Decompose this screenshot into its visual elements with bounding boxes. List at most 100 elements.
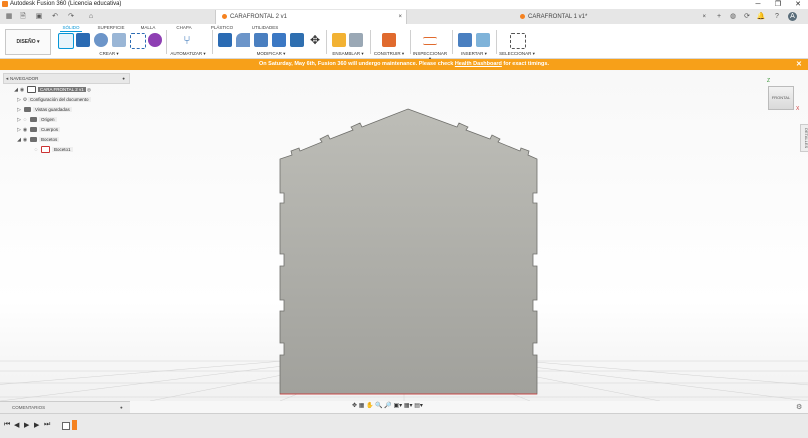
maximize-button[interactable]: ❐ xyxy=(768,0,788,9)
create-sketch-icon[interactable] xyxy=(58,33,74,49)
tree-root[interactable]: ◢ ◉ CARA FRONTAL 2 v1 ◎ xyxy=(13,86,91,94)
folder-icon xyxy=(24,107,31,113)
create-menu[interactable]: CREAR ▾ xyxy=(92,51,126,57)
minimize-button[interactable]: ─ xyxy=(748,0,768,9)
step-back-icon[interactable]: ◀ xyxy=(14,421,19,429)
insert-image-icon[interactable] xyxy=(476,33,490,47)
insert-menu[interactable]: INSERTAR ▾ xyxy=(458,51,490,57)
assemble-menu[interactable]: ENSAMBLAR ▾ xyxy=(328,51,368,57)
app-icon xyxy=(2,1,8,7)
chamfer-icon[interactable] xyxy=(254,33,268,47)
close-window-button[interactable]: ✕ xyxy=(788,0,808,9)
settings-gear-icon[interactable]: ⚙ xyxy=(796,403,802,411)
extensions-icon[interactable]: ◍ xyxy=(728,12,738,21)
folder-icon xyxy=(30,117,37,123)
workspace-switcher[interactable]: DISEÑO ▾ xyxy=(5,29,51,55)
orbit-icon[interactable]: ✥ xyxy=(352,403,357,409)
look-at-icon[interactable]: ▦ xyxy=(359,403,365,409)
go-to-start-icon[interactable]: ⏮ xyxy=(4,421,10,429)
viewports-icon[interactable]: ▤▾ xyxy=(414,403,423,409)
zoom-icon[interactable]: 🔍 xyxy=(375,403,382,409)
sketch-icon xyxy=(41,146,50,154)
comments-panel[interactable]: COMENTARIOS ● xyxy=(0,401,130,413)
visibility-icon[interactable]: ◉ xyxy=(22,136,28,144)
grid-settings-icon[interactable]: ▦▾ xyxy=(404,403,413,409)
tab-inactive-document[interactable]: CARAFRONTAL 1 v1* × xyxy=(520,10,710,24)
details-side-tab[interactable]: DETALLES xyxy=(800,124,808,152)
tree-item-sketch1[interactable]: ◌ Boceto1 xyxy=(33,146,73,154)
tab-utilities[interactable]: UTILIDADES xyxy=(250,25,280,30)
close-tab-icon[interactable]: × xyxy=(398,10,402,24)
new-tab-button[interactable]: + xyxy=(714,12,724,21)
timeline-sketch-feature[interactable] xyxy=(62,422,70,430)
measure-icon[interactable] xyxy=(423,37,437,45)
move-icon[interactable]: ✥ xyxy=(308,33,322,47)
play-icon[interactable]: ▶ xyxy=(24,421,29,429)
visibility-icon[interactable]: ◉ xyxy=(19,86,25,94)
construct-menu[interactable]: CONSTRUIR ▾ xyxy=(370,51,408,57)
pan-icon[interactable]: ✋ xyxy=(366,403,373,409)
tab-sheet-metal[interactable]: CHAPA xyxy=(173,25,195,30)
home-icon[interactable]: ⌂ xyxy=(86,12,96,21)
toolbar-divider xyxy=(410,30,411,54)
select-icon[interactable] xyxy=(510,33,526,49)
step-forward-icon[interactable]: ▶ xyxy=(34,421,39,429)
joint-icon[interactable] xyxy=(349,33,363,47)
front-face-body[interactable] xyxy=(279,108,538,395)
hole-icon[interactable] xyxy=(112,33,126,47)
save-icon[interactable]: ▣ xyxy=(34,12,44,21)
form-icon[interactable] xyxy=(148,33,162,47)
browser-options-icon[interactable]: ● xyxy=(122,74,125,83)
avatar[interactable]: A xyxy=(788,12,797,21)
visibility-icon[interactable]: ◉ xyxy=(22,126,28,134)
grid-menu-icon[interactable]: ▦ xyxy=(4,12,14,21)
close-banner-icon[interactable]: ✕ xyxy=(796,59,802,70)
file-icon[interactable]: 🗎 xyxy=(18,12,28,21)
timeline-marker[interactable] xyxy=(72,420,77,430)
select-menu[interactable]: SELECCIONAR ▾ xyxy=(498,51,536,57)
insert-derive-icon[interactable] xyxy=(458,33,472,47)
job-status-icon[interactable]: ⟳ xyxy=(742,12,752,21)
automate-menu[interactable]: AUTOMATIZAR ▾ xyxy=(168,51,208,57)
tab-mesh[interactable]: MALLA xyxy=(137,25,159,30)
fillet-icon[interactable] xyxy=(236,33,250,47)
tree-item-label: Configuración del documento xyxy=(28,97,91,102)
revolve-icon[interactable] xyxy=(94,33,108,47)
go-to-end-icon[interactable]: ⏭ xyxy=(44,421,50,429)
tab-surface[interactable]: SUPERFICIE xyxy=(96,25,126,30)
tree-item-bodies[interactable]: ▷ ◉ Cuerpos xyxy=(16,126,61,134)
redo-icon[interactable]: ↷ xyxy=(66,12,76,21)
display-settings-icon[interactable]: ▣▾ xyxy=(394,403,403,409)
combine-icon[interactable] xyxy=(290,33,304,47)
activate-radio-icon[interactable]: ◎ xyxy=(87,87,91,92)
press-pull-icon[interactable] xyxy=(218,33,232,47)
tree-item-label: Boceto1 xyxy=(52,147,73,152)
folder-icon xyxy=(30,127,37,133)
health-dashboard-link[interactable]: Health Dashboard xyxy=(455,61,502,67)
new-component-icon[interactable] xyxy=(332,33,346,47)
tree-item-sketches[interactable]: ◢ ◉ Bocetos xyxy=(16,136,60,144)
extrude-icon[interactable] xyxy=(76,33,90,47)
undo-icon[interactable]: ↶ xyxy=(50,12,60,21)
browser-header: ◂ NAVEGADOR ● xyxy=(3,73,130,84)
offset-plane-icon[interactable] xyxy=(382,33,396,47)
tab-solid[interactable]: SÓLIDO xyxy=(60,25,82,32)
pattern-icon[interactable] xyxy=(130,33,146,49)
tree-item-origin[interactable]: ▷ ◌ Origen xyxy=(16,116,57,124)
modify-menu[interactable]: MODIFICAR ▾ xyxy=(250,51,292,57)
automate-icon[interactable]: ⑂ xyxy=(180,33,194,47)
notifications-icon[interactable]: 🔔 xyxy=(756,12,766,21)
toolbar-divider xyxy=(452,30,453,54)
zoom-window-icon[interactable]: 🔎 xyxy=(384,403,391,409)
comments-options-icon[interactable]: ● xyxy=(120,402,123,413)
tree-item-settings[interactable]: ▷ ⚙ Configuración del documento xyxy=(16,96,91,104)
viewcube[interactable]: FRONTAL xyxy=(768,86,794,110)
close-tab-icon[interactable]: × xyxy=(702,10,706,24)
shell-icon[interactable] xyxy=(272,33,286,47)
tab-active-document[interactable]: CARAFRONTAL 2 v1 × xyxy=(215,10,407,24)
help-icon[interactable]: ? xyxy=(772,12,782,21)
tree-item-saved-views[interactable]: ▷ Vistas guardadas xyxy=(16,106,72,114)
visibility-icon[interactable]: ◌ xyxy=(22,116,28,124)
expand-icon[interactable]: ▷ xyxy=(16,106,22,114)
visibility-icon[interactable]: ◌ xyxy=(33,146,39,154)
